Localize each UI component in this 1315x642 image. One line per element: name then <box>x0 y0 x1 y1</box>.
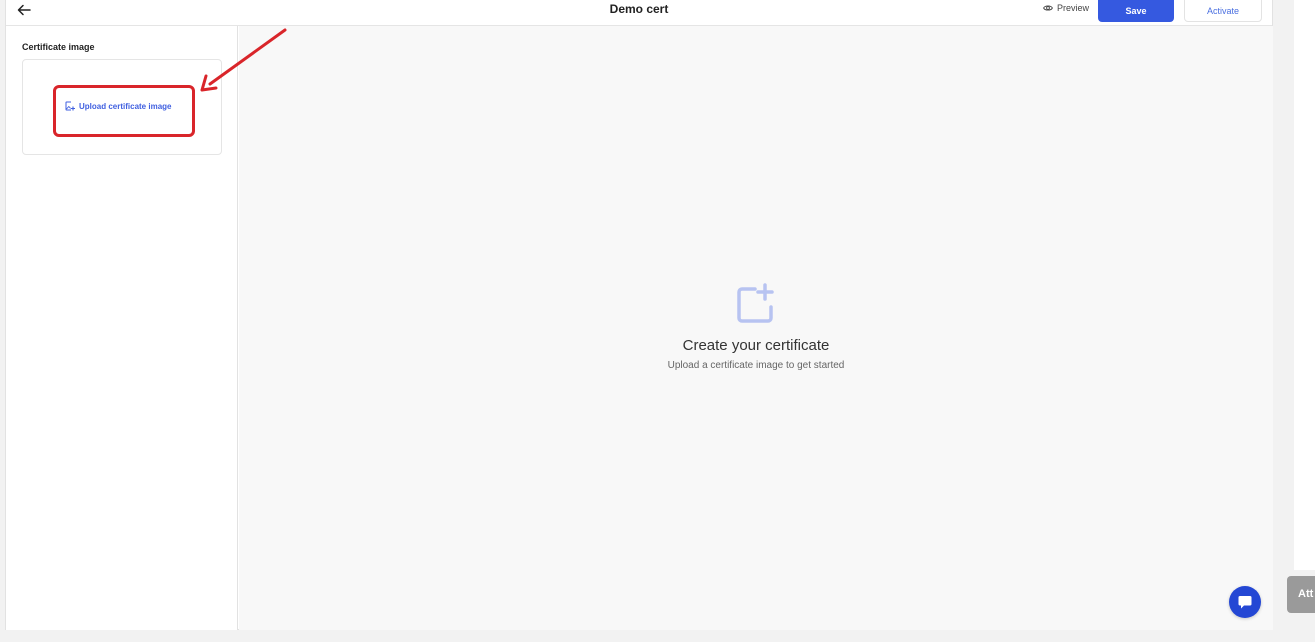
certificate-canvas: Create your certificate Upload a certifi… <box>239 26 1273 630</box>
empty-state-title: Create your certificate <box>682 337 830 354</box>
empty-state: Create your certificate Upload a certifi… <box>239 283 1273 371</box>
upload-card: Upload certificate image <box>22 59 222 155</box>
preview-button[interactable]: Preview <box>1043 3 1089 13</box>
back-button[interactable] <box>14 1 34 19</box>
chat-button[interactable] <box>1229 586 1261 618</box>
activate-button[interactable]: Activate <box>1184 0 1262 22</box>
annotation-highlight-box <box>53 85 195 137</box>
certificate-editor: Demo cert Preview Save Activate Certific… <box>5 0 1273 630</box>
image-add-icon <box>65 101 75 111</box>
chat-bubble-icon <box>1238 596 1252 609</box>
upload-certificate-image-button[interactable]: Upload certificate image <box>65 101 171 111</box>
empty-state-subtitle: Upload a certificate image to get starte… <box>667 360 845 371</box>
arrow-left-icon <box>17 4 31 16</box>
preview-label: Preview <box>1057 3 1090 13</box>
top-bar: Demo cert Preview Save Activate <box>6 0 1272 26</box>
upload-label: Upload certificate image <box>79 101 172 111</box>
save-button[interactable]: Save <box>1098 0 1174 22</box>
sidebar: Certificate image Upload certificate ima… <box>6 26 238 630</box>
sidebar-heading: Certificate image <box>22 42 95 52</box>
eye-icon <box>1043 5 1053 11</box>
side-tab[interactable]: Att <box>1287 576 1315 613</box>
right-strip <box>1294 0 1315 570</box>
square-plus-icon <box>737 283 774 323</box>
